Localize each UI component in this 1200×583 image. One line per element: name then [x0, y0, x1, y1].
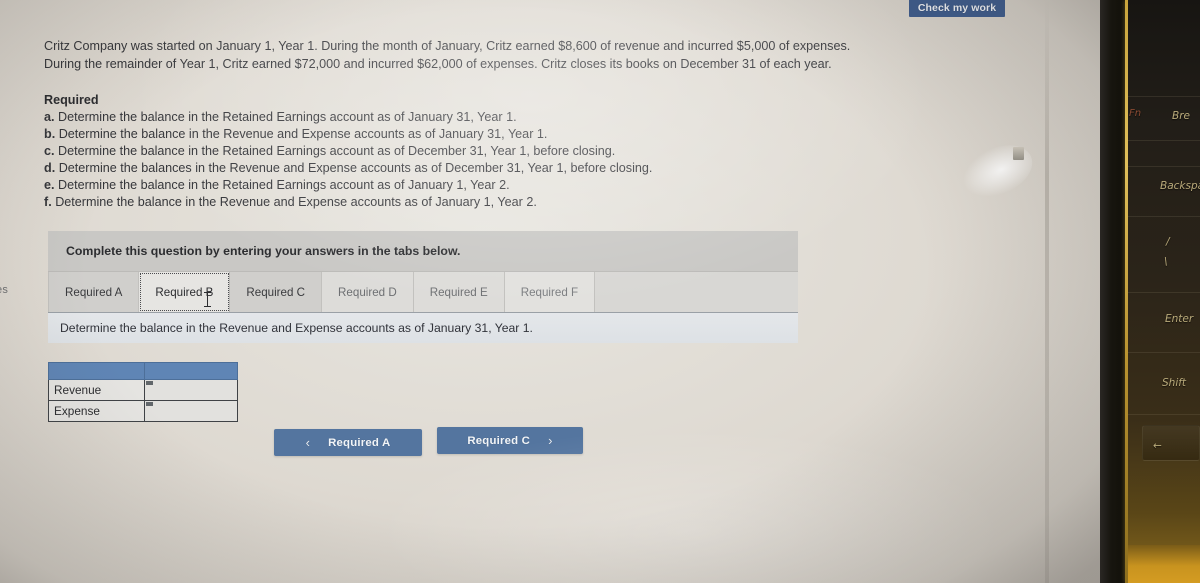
answer-row-label: Revenue: [48, 379, 145, 401]
required-item-text: Determine the balance in the Retained Ea…: [54, 178, 510, 193]
chevron-left-icon: ‹: [305, 435, 311, 450]
keyboard-key-: \: [1164, 256, 1168, 268]
answer-table: Revenue Expense: [48, 362, 239, 422]
laptop-keyboard: [1128, 0, 1200, 583]
required-item-marker: a.: [44, 110, 55, 124]
required-item-marker: e.: [44, 178, 55, 193]
tab-instruction-text: Determine the balance in the Revenue and…: [48, 313, 798, 343]
answer-widget: Complete this question by entering your …: [48, 231, 798, 343]
widget-banner-text: Complete this question by entering your …: [48, 231, 798, 272]
required-item-marker: b.: [44, 127, 56, 142]
tab-label: Required F: [520, 285, 579, 299]
required-items-list: a. Determine the balance in the Retained…: [44, 109, 834, 212]
screen-reflection-mark: [1013, 147, 1024, 160]
tab-required-b[interactable]: Required B: [139, 272, 231, 312]
table-row: Expense: [48, 400, 239, 422]
tab-label: Required E: [429, 285, 488, 299]
keyboard-key-bre: Bre: [1172, 110, 1190, 122]
tab-label: Required B: [155, 285, 214, 299]
required-section: Required a. Determine the balance in the…: [44, 92, 834, 212]
laptop-screen-photo: Check my work es Critz Company was start…: [0, 0, 1200, 583]
required-item-text: Determine the balance in the Revenue and…: [51, 195, 537, 210]
required-heading: Required: [44, 93, 99, 107]
laptop-bezel: [1100, 0, 1125, 583]
required-item-text: Determine the balance in the Retained Ea…: [54, 144, 616, 159]
answer-table-header-value: [143, 362, 239, 380]
next-requirement-label: Required C: [467, 434, 531, 447]
bezel-highlight: [1045, 0, 1049, 583]
left-edge-text-fragment: es: [0, 284, 9, 296]
tab-label: Required D: [338, 285, 397, 299]
requirement-tabs: Required A Required B Required C Required D…: [48, 272, 798, 313]
tab-required-e[interactable]: Required E: [413, 272, 505, 312]
tab-label: Required A: [65, 285, 123, 299]
tab-required-d[interactable]: Required D: [322, 272, 414, 312]
required-item-f: f. Determine the balance in the Revenue …: [44, 194, 834, 211]
required-item-text: Determine the balance in the Revenue and…: [55, 127, 548, 142]
prev-requirement-button[interactable]: ‹ Required A: [274, 429, 422, 456]
keyboard-key-: /: [1166, 236, 1170, 248]
webpage-content: Check my work es Critz Company was start…: [0, 0, 1100, 583]
problem-narrative: Critz Company was started on January 1, …: [44, 39, 851, 71]
keyboard-key-fn: Fn: [1129, 108, 1142, 119]
prev-requirement-label: Required A: [328, 436, 391, 449]
required-item-c: c. Determine the balance in the Retained…: [44, 143, 834, 160]
required-item-marker: d.: [44, 161, 56, 176]
required-item-marker: f.: [44, 195, 52, 210]
answer-row-label: Expense: [48, 400, 145, 422]
tab-label: Required C: [246, 285, 306, 299]
required-item-e: e. Determine the balance in the Retained…: [44, 177, 834, 194]
required-item-text: Determine the balances in the Revenue an…: [55, 161, 653, 176]
next-requirement-button[interactable]: Required C ›: [437, 427, 583, 454]
answer-input-revenue[interactable]: [143, 379, 239, 401]
chevron-right-icon: ›: [548, 433, 553, 448]
required-item-text: Determine the balance in the Retained Ea…: [54, 110, 517, 124]
table-row: Revenue: [48, 379, 239, 401]
tab-required-c[interactable]: Required C: [230, 272, 323, 312]
required-item-d: d. Determine the balances in the Revenue…: [44, 160, 834, 177]
tab-required-f[interactable]: Required F: [504, 272, 596, 312]
keyboard-amber-reflection: [1128, 545, 1200, 583]
check-my-work-button[interactable]: Check my work: [909, 0, 1005, 17]
keyboard-key-backspa: Backspa: [1160, 180, 1200, 192]
keyboard-key-: ←: [1153, 440, 1162, 452]
answer-table-header-row: [48, 362, 239, 380]
answer-input-expense[interactable]: [143, 400, 239, 422]
answer-table-head: [48, 362, 239, 380]
tab-required-a[interactable]: Required A: [48, 272, 140, 312]
required-item-b: b. Determine the balance in the Revenue …: [44, 126, 834, 143]
required-item-a: a. Determine the balance in the Retained…: [44, 109, 834, 126]
laptop-display: Check my work es Critz Company was start…: [0, 0, 1100, 583]
keyboard-key-enter: Enter: [1165, 313, 1194, 325]
keyboard-key-shift: Shift: [1162, 377, 1187, 389]
answer-table-body: Revenue Expense: [48, 379, 239, 422]
required-item-marker: c.: [44, 144, 55, 159]
answer-table-header-label: [48, 362, 145, 380]
